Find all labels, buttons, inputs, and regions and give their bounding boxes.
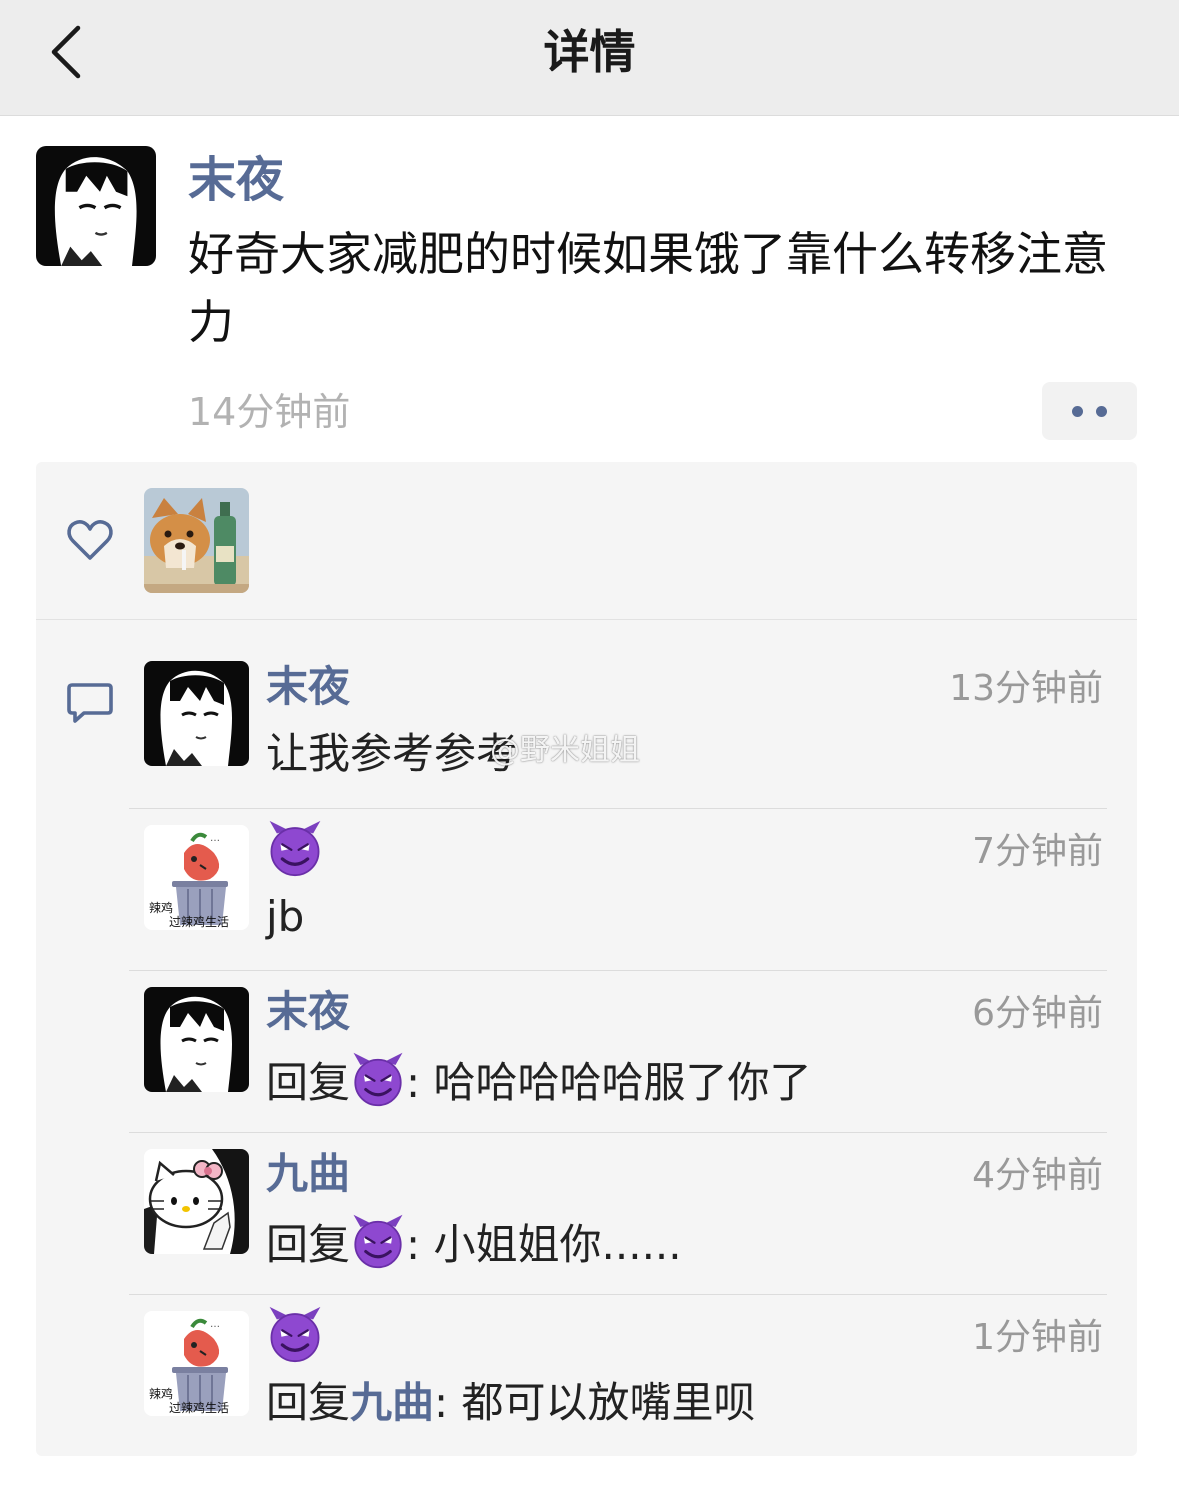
interaction-panel: 末夜 13分钟前 让我参考参考 辣鸡 过辣鸡生活 7分钟前 jb 末夜 6分钟前…: [36, 462, 1137, 1456]
more-actions-button[interactable]: [1042, 382, 1137, 440]
likes-row: [36, 462, 1137, 620]
ellipsis-icon: [1072, 406, 1083, 417]
commenter-name[interactable]: 九曲: [266, 1147, 350, 1201]
avatar-caption-line2: 过辣鸡生活: [169, 1401, 230, 1415]
reply-prefix: 回复: [266, 1220, 351, 1269]
reply-prefix: 回复: [266, 1058, 351, 1107]
page-title: 详情: [543, 25, 636, 79]
devil-emoji[interactable]: [350, 1051, 406, 1107]
devil-emoji[interactable]: [350, 1213, 406, 1269]
comment-item[interactable]: 九曲 4分钟前 回复 : 小姐姐你......: [129, 1132, 1107, 1294]
reply-body: : 小姐姐你......: [406, 1220, 682, 1269]
comment-text: 回复 : 小姐姐你......: [266, 1213, 682, 1273]
ellipsis-icon-dot: [1096, 406, 1107, 417]
comment-timestamp: 6分钟前: [972, 993, 1103, 1034]
devil-emoji[interactable]: [266, 1305, 324, 1363]
comment-text: 回复 : 哈哈哈哈哈服了你了: [266, 1051, 812, 1111]
avatar-caption: 辣鸡 过辣鸡生活: [149, 901, 229, 929]
nav-bar: 详情: [0, 0, 1179, 116]
comment-text: jb: [266, 892, 305, 941]
comment-timestamp: 7分钟前: [972, 831, 1103, 872]
heart-outline-icon: [66, 518, 114, 562]
commenter-avatar[interactable]: [144, 1149, 249, 1254]
devil-emoji[interactable]: [266, 819, 324, 877]
comment-text: 让我参考参考: [266, 729, 519, 778]
post-text: 好奇大家减肥的时候如果饿了靠什么转移注意力: [188, 227, 1108, 349]
comment-text: 回复九曲: 都可以放嘴里呗: [266, 1375, 756, 1431]
avatar-caption-line2: 过辣鸡生活: [169, 915, 230, 929]
author-avatar[interactable]: [36, 146, 156, 266]
avatar-caption-line1: 辣鸡: [149, 1387, 174, 1401]
comment-item[interactable]: 辣鸡 过辣鸡生活 1分钟前 回复九曲: 都可以放嘴里呗: [129, 1294, 1107, 1456]
comment-item[interactable]: 末夜 6分钟前 回复 : 哈哈哈哈哈服了你了: [129, 970, 1107, 1132]
post-timestamp: 14分钟前: [188, 390, 351, 434]
author-name[interactable]: 末夜: [188, 148, 284, 212]
comment-timestamp: 13分钟前: [949, 668, 1103, 709]
comment-item[interactable]: 辣鸡 过辣鸡生活 7分钟前 jb: [129, 808, 1107, 970]
commenter-name[interactable]: 末夜: [266, 985, 350, 1039]
comment-bubble-icon: [66, 681, 114, 725]
commenter-avatar[interactable]: [144, 661, 249, 766]
avatar-caption: 辣鸡 过辣鸡生活: [149, 1387, 229, 1415]
comment-timestamp: 4分钟前: [972, 1155, 1103, 1196]
reply-body: : 哈哈哈哈哈服了你了: [406, 1058, 812, 1107]
commenter-name[interactable]: 末夜: [266, 660, 350, 714]
reply-prefix: 回复: [266, 1378, 351, 1427]
reply-target-name[interactable]: 九曲: [350, 1378, 434, 1427]
avatar-caption-line1: 辣鸡: [149, 901, 174, 915]
commenter-avatar[interactable]: [144, 987, 249, 1092]
liker-avatar[interactable]: [144, 488, 249, 593]
comment-timestamp: 1分钟前: [972, 1317, 1103, 1358]
reply-body: : 都可以放嘴里呗: [434, 1378, 756, 1427]
comment-item[interactable]: 末夜 13分钟前 让我参考参考: [129, 646, 1107, 808]
